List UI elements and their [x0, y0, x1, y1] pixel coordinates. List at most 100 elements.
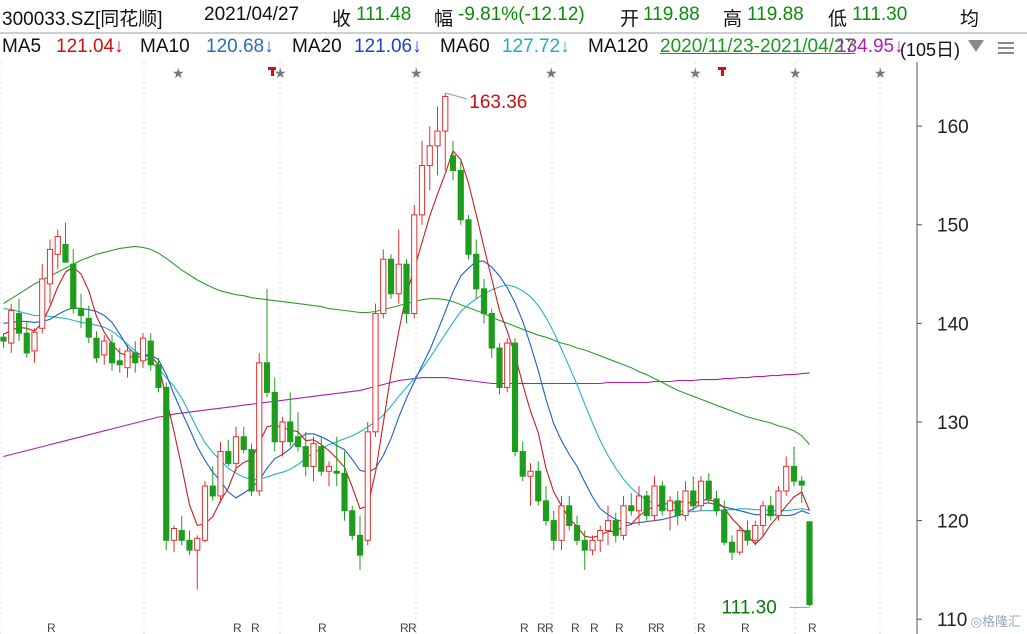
candle-down: [240, 436, 247, 451]
rights-marker: R: [808, 621, 817, 634]
candle-down: [473, 253, 480, 290]
range-text: 2020/11/23-2021/04/27: [660, 36, 856, 57]
candle-up: [759, 505, 767, 527]
rights-marker: R: [615, 621, 624, 634]
candle-down: [728, 541, 736, 553]
candle-down: [659, 485, 666, 512]
stock-code: 300033.SZ[同花顺]: [2, 9, 163, 30]
change-label: 幅: [434, 9, 454, 30]
menu-icon[interactable]: [998, 42, 1014, 54]
open-value: 119.88: [643, 4, 700, 25]
chevron-down-icon[interactable]: [968, 40, 984, 52]
candle-up: [604, 520, 612, 531]
candle-up: [170, 527, 178, 541]
candle-up: [124, 350, 131, 369]
candle-down: [287, 421, 294, 443]
event-star-icon[interactable]: ★: [172, 66, 185, 82]
candle-up: [201, 485, 209, 541]
candle-down: [480, 288, 488, 314]
candle-down: [798, 480, 805, 486]
candle-down: [387, 258, 395, 295]
candle-up: [364, 431, 371, 541]
candle-up: [139, 337, 147, 362]
candle-up: [752, 525, 759, 541]
candle-down: [496, 347, 503, 388]
candle-up: [527, 470, 534, 477]
event-star-icon[interactable]: ★: [874, 66, 887, 82]
candle-up: [620, 505, 627, 536]
ma120-line: [3, 372, 810, 458]
candle-down: [806, 521, 813, 606]
rights-marker: R: [408, 621, 417, 634]
candle-down: [403, 263, 410, 314]
y-tick-label: 110: [937, 610, 967, 631]
low-value: 111.30: [852, 4, 908, 25]
candle-down: [271, 391, 278, 443]
candle-up: [558, 505, 565, 541]
y-tick-label: 140: [937, 314, 969, 335]
flag-marker-stem: [721, 67, 724, 76]
candle-up: [775, 490, 782, 517]
candle-down: [77, 308, 85, 316]
candle-down: [248, 449, 255, 492]
rights-marker: R: [571, 621, 580, 634]
candle-down: [186, 539, 193, 551]
quote-date: 2021/04/27: [204, 4, 300, 25]
y-tick-label: 160: [937, 117, 969, 138]
candle-up: [101, 340, 108, 356]
candle-down: [93, 337, 100, 359]
ma20-label: MA20: [292, 36, 342, 57]
candle-down: [62, 243, 69, 263]
event-star-icon[interactable]: ★: [689, 66, 702, 82]
candle-down: [790, 465, 798, 482]
high-price-label: 163.36: [469, 92, 527, 113]
candle-up: [651, 485, 658, 517]
candle-down: [108, 342, 116, 364]
candle-down: [643, 495, 650, 517]
candle-down: [511, 342, 519, 453]
candle-down: [581, 539, 588, 551]
ma120-value: 134.95↓: [836, 36, 904, 57]
candle-down: [85, 317, 92, 338]
ma5-label: MA5: [2, 36, 42, 57]
rights-marker: R: [741, 621, 750, 634]
candle-up: [418, 165, 426, 216]
candle-up: [597, 529, 604, 541]
event-star-icon[interactable]: ★: [410, 66, 423, 82]
candle-up: [325, 465, 333, 472]
candle-up: [380, 258, 387, 314]
candle-down: [519, 451, 526, 477]
event-star-icon[interactable]: ★: [545, 66, 558, 82]
candle-up: [697, 480, 705, 507]
candle-down: [566, 505, 573, 527]
rights-marker: R: [520, 621, 529, 634]
candle-down: [333, 470, 340, 474]
candle-down: [163, 386, 170, 541]
candlestick-chart[interactable]: 110120130140150160 163.36111.30 ★ ★ ★ ★ ★ ★ ★ …: [0, 0, 1027, 634]
candle-up: [411, 214, 418, 314]
candle-up: [279, 421, 286, 443]
candle-down: [178, 529, 185, 541]
candle-down: [744, 529, 751, 541]
change-value: -9.81%(-12.12): [458, 4, 585, 25]
candle-down: [70, 263, 77, 310]
candles: [0, 92, 813, 607]
avg-label: 均: [960, 9, 980, 30]
event-markers: ★ ★ ★ ★ ★ ★ ★: [172, 66, 887, 82]
candle-down: [721, 510, 728, 543]
candle-up: [635, 495, 643, 512]
high-arrow: [445, 92, 468, 100]
rights-marker: R: [251, 621, 260, 634]
candle-down: [349, 510, 356, 536]
ma60-label: MA60: [440, 36, 490, 57]
ma20-value: 121.06↓: [354, 36, 422, 57]
candle-down: [713, 498, 720, 512]
candle-up: [8, 310, 15, 344]
candle-down: [488, 312, 495, 349]
candle-down: [0, 336, 7, 342]
close-value: 111.48: [356, 4, 412, 25]
event-star-icon[interactable]: ★: [789, 66, 802, 82]
candle-down: [263, 362, 271, 393]
rights-marker: R: [697, 621, 706, 634]
candle-down: [23, 332, 30, 354]
